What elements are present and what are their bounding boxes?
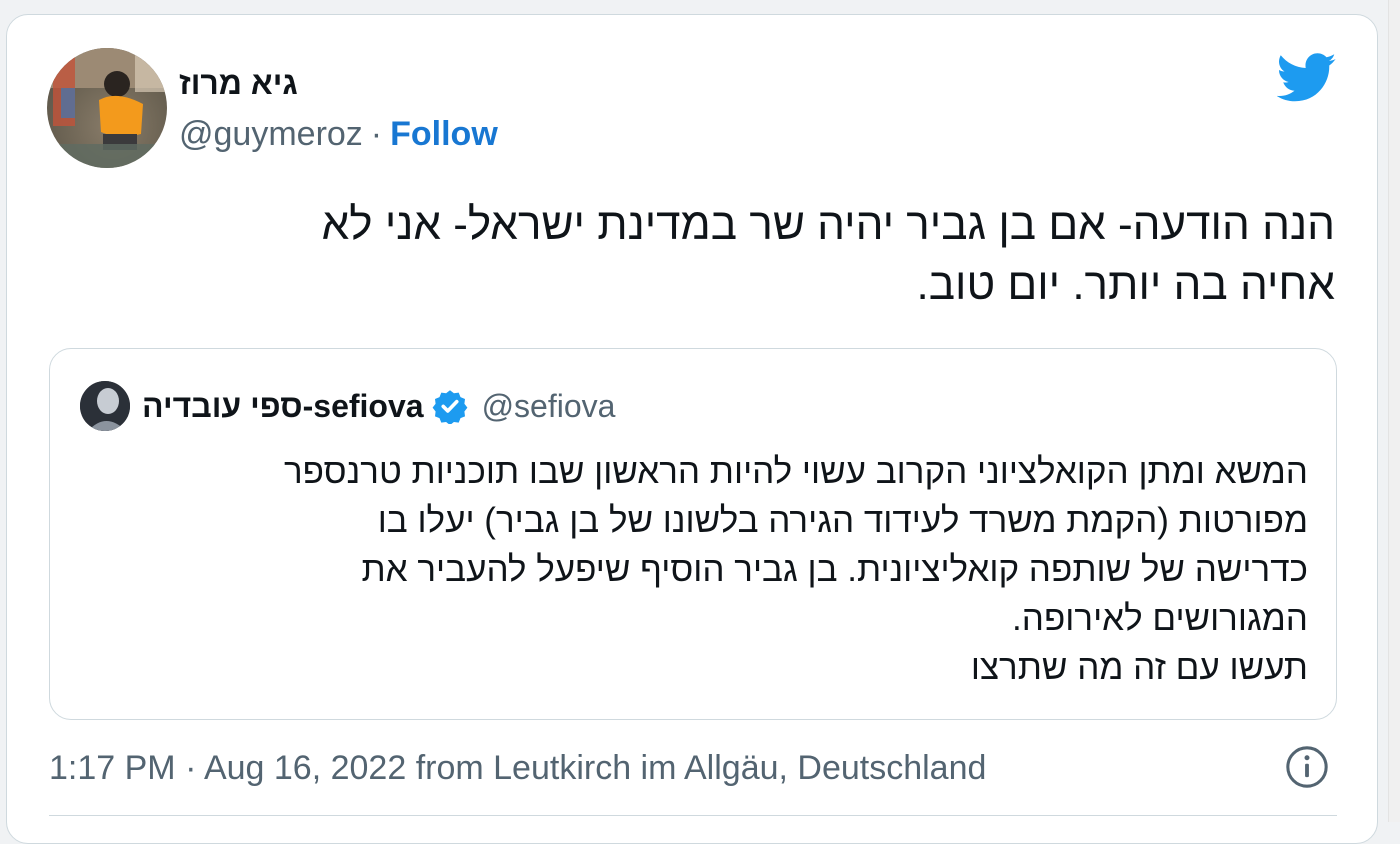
author-avatar[interactable] (47, 48, 167, 168)
quoted-author-handle[interactable]: @sefiova (482, 388, 616, 425)
separator-dot: · (370, 115, 383, 153)
quoted-text-line: תעשו עם זה מה שתרצו (970, 648, 1308, 687)
author-handle[interactable]: @guymeroz (179, 115, 363, 153)
tweet-text-line: הנה הודעה- אם בן גביר יהיה שר במדינת ישר… (321, 200, 1335, 249)
scrollbar[interactable] (1388, 0, 1400, 822)
tweet-card[interactable]: גיא מרוז @guymeroz · Follow הנה הודעה- אם … (6, 14, 1378, 844)
avatar-photo (47, 48, 167, 168)
quoted-text-line: מפורטות (הקמת משרד לעידוד הגירה בלשונו ש… (377, 501, 1308, 540)
quoted-text-line: המשא ומתן הקואלציוני הקרוב עשוי להיות הר… (283, 452, 1308, 491)
info-icon[interactable] (1284, 744, 1330, 790)
tweet-timestamp[interactable]: 1:17 PM · Aug 16, 2022 from Leutkirch im… (49, 749, 986, 788)
quoted-avatar-photo (80, 381, 130, 431)
verified-badge-icon (432, 390, 467, 424)
author-name[interactable]: גיא מרוז (179, 65, 298, 102)
follow-button[interactable]: Follow (390, 115, 498, 153)
quoted-author-avatar[interactable] (80, 381, 130, 431)
quoted-text-line: כדרישה של שותפה קואליציונית. בן גביר הוס… (361, 550, 1308, 589)
divider (49, 815, 1337, 816)
quoted-tweet[interactable]: ספי עובדיה-sefiova @sefiova המשא ומתן הק… (49, 348, 1337, 720)
tweet-text-line: אחיה בה יותר. יום טוב. (916, 260, 1335, 309)
quoted-tweet-text: המשא ומתן הקואלציוני הקרוב עשוי להיות הר… (78, 447, 1308, 692)
tweet-text: הנה הודעה- אם בן גביר יהיה שר במדינת ישר… (55, 195, 1335, 315)
quoted-tweet-header: ספי עובדיה-sefiova @sefiova (80, 381, 615, 431)
quoted-text-line: המגורושים לאירופה. (1012, 599, 1308, 638)
quoted-author-name[interactable]: ספי עובדיה-sefiova (142, 388, 424, 425)
author-handle-row: @guymeroz · Follow (179, 115, 498, 154)
twitter-bird-icon[interactable] (1277, 53, 1337, 103)
